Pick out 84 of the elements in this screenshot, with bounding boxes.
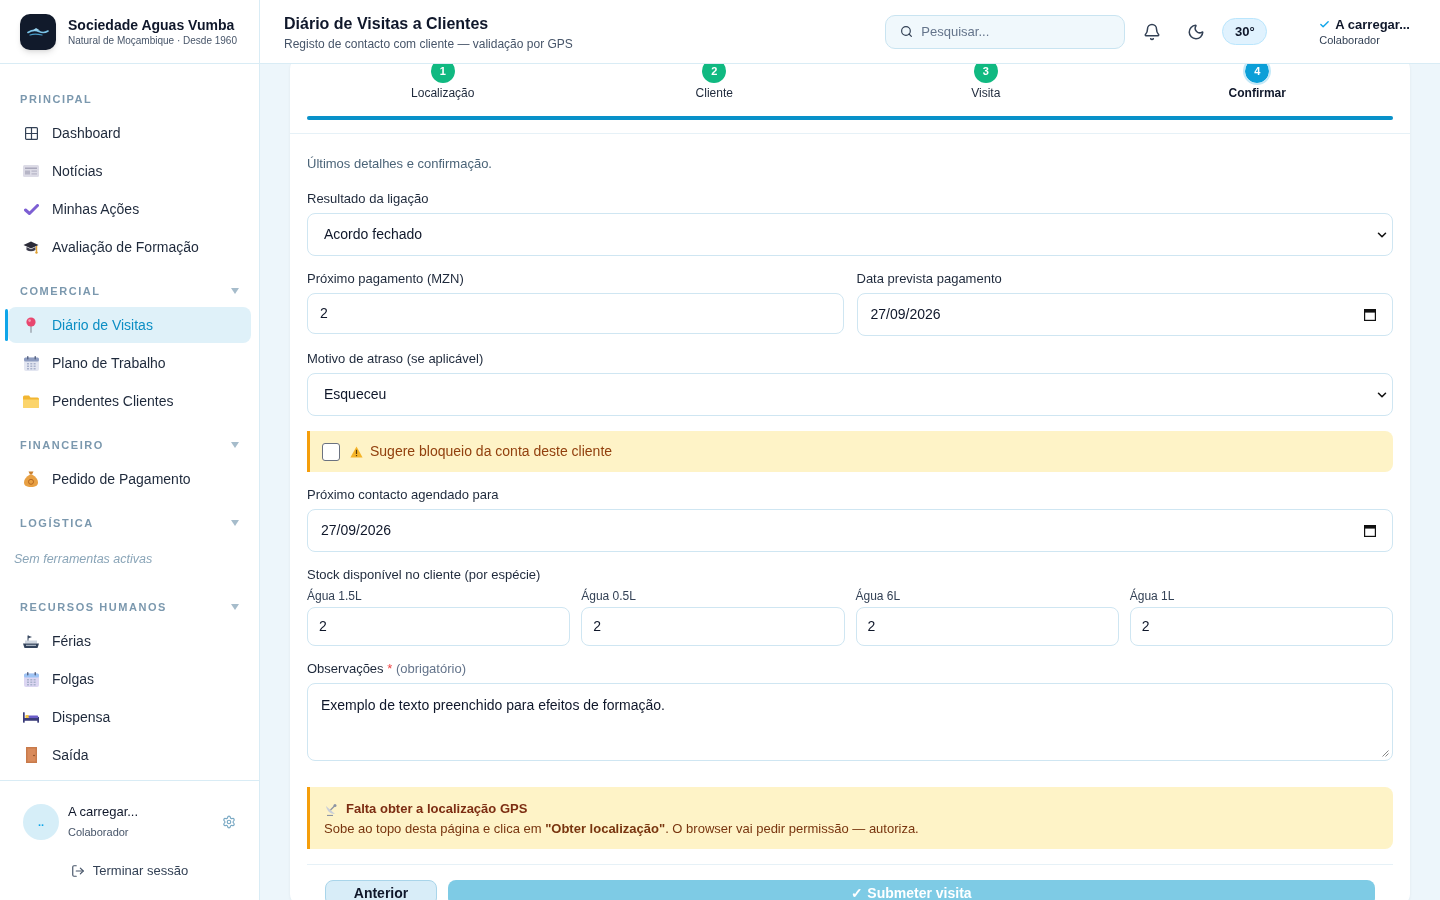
notice-text: Sobe ao topo desta página e clica em "Obter localização". O browser vai pedir permissão — autoriza. xyxy=(324,820,920,838)
pushpin-icon xyxy=(26,317,36,333)
bed-icon xyxy=(23,711,39,723)
field-label: Data prevista pagamento xyxy=(856,271,1002,287)
nav-item[interactable]: Dashboard xyxy=(8,115,251,151)
number-field[interactable]: 2 xyxy=(581,607,845,646)
section-title: COMERCIAL xyxy=(20,284,101,299)
step-label: Localização xyxy=(411,85,475,101)
role-text: Colaborador xyxy=(1319,32,1381,47)
step-label: Visita xyxy=(971,85,1001,101)
field-label: Próximo pagamento (MZN) xyxy=(307,271,464,287)
page-subtitle: Registo de contacto com cliente — validação por GPS xyxy=(284,35,573,52)
number-field[interactable]: 2 xyxy=(307,607,571,646)
notification-bell-icon[interactable] xyxy=(1143,22,1162,41)
field-label: Resultado da ligação xyxy=(307,191,429,207)
active-indicator xyxy=(5,309,8,341)
newspaper-icon xyxy=(23,165,39,177)
nav-item[interactable]: Notícias xyxy=(8,153,251,189)
calendar-icon[interactable] xyxy=(1364,524,1376,537)
logout-button[interactable]: Terminar sessão xyxy=(70,863,189,879)
money-bag-icon xyxy=(24,471,38,487)
graduation-cap-icon xyxy=(23,240,39,254)
field-label: Água 1.5L xyxy=(307,589,362,603)
field-label: Água 1L xyxy=(1129,589,1175,603)
nav-item[interactable]: Avaliação de Formação xyxy=(8,229,251,265)
nav-item[interactable]: Pedido de Pagamento xyxy=(8,461,251,497)
check-icon xyxy=(23,203,39,215)
select-field[interactable]: Esqueceu xyxy=(307,373,1393,416)
nav-item[interactable]: Pendentes Clientes xyxy=(8,383,251,419)
check-icon xyxy=(1319,19,1331,30)
brand-tagline: Natural de Moçambique · Desde 1960 xyxy=(68,34,237,47)
date-field[interactable]: 27/09/2026 xyxy=(307,509,1393,552)
grid-icon xyxy=(24,126,38,140)
number-field[interactable]: 2 xyxy=(1129,607,1393,646)
settings-icon[interactable] xyxy=(222,815,236,829)
calendar-icon xyxy=(23,355,39,371)
nav-item[interactable]: Férias xyxy=(8,623,251,659)
number-field[interactable]: 2 xyxy=(307,293,844,334)
section-title: RECURSOS HUMANOS xyxy=(20,600,167,615)
door-icon xyxy=(25,747,37,763)
checkbox-label[interactable]: Sugere bloqueio da conta deste cliente xyxy=(370,441,613,462)
date-field[interactable]: 27/09/2026 xyxy=(856,293,1393,336)
user-role: Colaborador xyxy=(68,825,130,839)
field-label: Próximo contacto agendado para xyxy=(307,487,499,503)
folder-icon xyxy=(23,394,39,408)
logout-icon xyxy=(70,864,85,878)
number-field[interactable]: 2 xyxy=(855,607,1119,646)
field-label: Água 0.5L xyxy=(581,589,636,603)
boat-icon xyxy=(23,634,39,648)
notice-title: Falta obter a localização GPS xyxy=(346,800,528,818)
calendar-icon xyxy=(23,671,39,687)
logo-icon[interactable] xyxy=(20,13,56,50)
field-label: Motivo de atraso (se aplicável) xyxy=(307,351,484,367)
step-label: Cliente xyxy=(695,85,733,101)
calendar-icon[interactable] xyxy=(1364,308,1376,321)
step-label: Confirmar xyxy=(1228,85,1286,101)
warning-icon xyxy=(350,445,363,458)
nav-item[interactable]: Minhas Ações xyxy=(8,191,251,227)
status-text: A carregar... xyxy=(1335,16,1410,33)
nav-item[interactable]: Folgas xyxy=(8,661,251,697)
brand-name: Sociedade Aguas Vumba xyxy=(68,16,236,34)
user-name: A carregar... xyxy=(68,804,139,820)
field-label: Observações * (obrigatório) xyxy=(307,661,466,677)
previous-button[interactable]: Anterior xyxy=(325,880,437,900)
empty-note: Sem ferramentas activas xyxy=(14,552,153,566)
resize-handle-icon[interactable] xyxy=(1382,750,1389,757)
section-title: LOGÍSTICA xyxy=(20,516,94,531)
moon-icon[interactable] xyxy=(1187,22,1206,41)
text-area[interactable]: Exemplo de texto preenchido para efeitos de formação. xyxy=(307,683,1393,761)
satellite-dish-icon xyxy=(324,802,338,816)
search-icon xyxy=(900,25,914,38)
intro-text: Últimos detalhes e confirmação. xyxy=(307,156,493,172)
checkbox[interactable] xyxy=(322,442,340,461)
temperature-pill: 30° xyxy=(1222,18,1268,45)
nav-item[interactable]: Dispensa xyxy=(8,699,251,735)
nav-item[interactable]: Saída xyxy=(8,737,251,773)
select-field[interactable]: Acordo fechado xyxy=(307,213,1393,256)
nav-item[interactable]: Plano de Trabalho xyxy=(8,345,251,381)
page-title: Diário de Visitas a Clientes xyxy=(284,13,490,34)
search-field[interactable]: Pesquisar... xyxy=(885,14,1126,49)
section-title: PRINCIPAL xyxy=(20,92,93,107)
field-label: Stock disponível no cliente (por espécie) xyxy=(307,567,541,583)
section-title: FINANCEIRO xyxy=(20,438,104,453)
field-label: Água 6L xyxy=(855,589,901,603)
